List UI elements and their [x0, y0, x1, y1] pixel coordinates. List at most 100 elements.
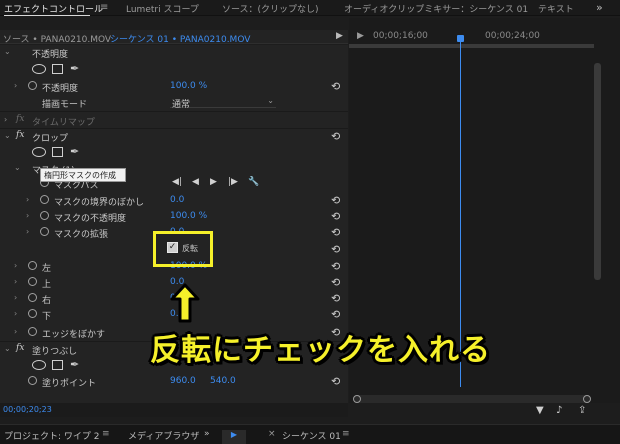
reset-icon[interactable]: ⟲ — [331, 308, 340, 321]
tab-audio-clip-mixer[interactable]: オーディオクリップミキサー：シーケンス 01 — [344, 2, 528, 15]
audio-icon[interactable]: ♪ — [556, 405, 562, 416]
reset-icon[interactable]: ⟲ — [331, 260, 340, 273]
reset-icon[interactable]: ⟲ — [331, 210, 340, 223]
reset-icon[interactable]: ⟲ — [331, 243, 340, 256]
hamburger-icon[interactable]: ≡ — [100, 2, 108, 13]
rectangle-mask-icon[interactable] — [52, 360, 63, 370]
tab-text[interactable]: テキスト — [538, 2, 574, 15]
paint-point-row: 塗りポイント 960.0 540.0 ⟲ — [0, 374, 348, 389]
chevron-down-icon[interactable]: ⌄ — [4, 47, 11, 56]
step-forward-icon[interactable]: ▶ — [210, 177, 217, 187]
source-clip-selector[interactable]: ソース • PANA0210.MOV — [3, 32, 111, 45]
tab-media-browser[interactable]: メディアブラウザ — [128, 429, 199, 442]
opacity-value[interactable]: 100.0 % — [170, 81, 207, 91]
double-chevron-right-icon[interactable]: » — [596, 1, 603, 14]
stopwatch-icon[interactable] — [28, 327, 37, 336]
chevron-right-icon[interactable]: › — [14, 261, 17, 270]
opacity-header-row: ⌄ 不透明度 — [0, 45, 348, 60]
track-forward-icon[interactable]: |▶ — [228, 177, 238, 187]
reset-icon[interactable]: ⟲ — [331, 130, 340, 143]
horizontal-scrollbar[interactable] — [353, 395, 591, 403]
blend-mode-value: 通常 — [172, 100, 191, 110]
chevron-right-icon[interactable]: › — [14, 277, 17, 286]
fx-toggle-icon[interactable]: fx — [16, 130, 24, 140]
close-icon[interactable]: × — [268, 429, 276, 439]
play-triangle-icon[interactable]: ▶ — [336, 31, 343, 41]
timecode-right: 00;00;24;00 — [485, 31, 540, 41]
blend-mode-dropdown[interactable]: 通常 ⌄ — [170, 96, 276, 110]
step-back-icon[interactable]: ◀ — [192, 177, 199, 187]
reset-icon[interactable]: ⟲ — [331, 80, 340, 93]
stopwatch-icon[interactable] — [28, 293, 37, 302]
fx-icon[interactable]: fx — [16, 114, 24, 124]
playhead-handle[interactable] — [457, 35, 464, 42]
chevron-right-icon[interactable]: › — [14, 81, 17, 90]
stopwatch-icon[interactable] — [28, 309, 37, 318]
reset-icon[interactable]: ⟲ — [331, 375, 340, 388]
hamburger-icon[interactable]: ≡ — [102, 429, 110, 439]
mask-feather-value[interactable]: 0.0 — [170, 195, 184, 205]
fx-toggle-icon[interactable]: fx — [16, 343, 24, 353]
current-timecode[interactable]: 00;00;20;23 — [3, 405, 52, 414]
pen-mask-icon[interactable]: ✒ — [70, 358, 79, 371]
rectangle-mask-icon[interactable] — [52, 64, 63, 74]
hamburger-icon[interactable]: ≡ — [342, 429, 350, 439]
chevron-down-icon[interactable]: ⌄ — [4, 131, 11, 140]
reset-icon[interactable]: ⟲ — [331, 194, 340, 207]
chevron-down-icon[interactable]: ⌄ — [14, 163, 21, 172]
stopwatch-icon[interactable] — [40, 195, 49, 204]
tab-source[interactable]: ソース：(クリップなし) — [222, 2, 319, 15]
chevron-right-icon[interactable]: › — [26, 211, 29, 220]
mask-shape-tools: ✒ — [32, 358, 92, 372]
tab-effect-controls[interactable]: エフェクトコントロール — [4, 2, 103, 15]
chevron-down-icon[interactable]: ⌄ — [4, 344, 11, 353]
chevron-right-icon[interactable]: › — [14, 327, 17, 336]
work-area-bar[interactable] — [349, 44, 594, 48]
ellipse-mask-icon[interactable] — [32, 64, 46, 74]
paint-point-x[interactable]: 960.0 — [170, 376, 196, 386]
bottom-panel-tabs: プロジェクト: ワイプ 2 ≡ メディアブラウザ » ▶ × シーケンス 01 … — [0, 424, 620, 444]
invert-checkbox[interactable]: ✓ — [167, 242, 178, 253]
double-chevron-right-icon[interactable]: » — [204, 429, 210, 439]
ellipse-mask-icon[interactable] — [32, 147, 46, 157]
stopwatch-icon[interactable] — [28, 376, 37, 385]
reset-icon[interactable]: ⟲ — [331, 276, 340, 289]
export-icon[interactable]: ⇪ — [578, 405, 586, 416]
pen-mask-icon[interactable]: ✒ — [70, 145, 79, 158]
tab-lumetri-scopes[interactable]: Lumetri スコープ — [126, 2, 199, 15]
crop-left-label: 左 — [42, 264, 52, 274]
crop-bottom-label: 下 — [42, 312, 52, 322]
ellipse-mask-icon[interactable] — [32, 360, 46, 370]
tab-sequence[interactable]: シーケンス 01 — [282, 429, 341, 442]
reset-icon[interactable]: ⟲ — [331, 292, 340, 305]
vertical-scrollbar[interactable] — [594, 63, 601, 280]
scroll-left-handle[interactable] — [353, 395, 361, 403]
chevron-right-icon[interactable]: › — [26, 227, 29, 236]
sequence-clip-label[interactable]: シーケンス 01 • PANA0210.MOV — [110, 32, 250, 45]
chevron-right-icon[interactable]: › — [4, 115, 7, 124]
stopwatch-icon[interactable] — [40, 227, 49, 236]
opacity-property-row: › 不透明度 100.0 % ⟲ — [0, 79, 348, 94]
stopwatch-icon[interactable] — [28, 81, 37, 90]
time-remap-row: › fx タイムリマップ — [0, 113, 348, 128]
stopwatch-icon[interactable] — [28, 261, 37, 270]
reset-icon[interactable]: ⟲ — [331, 226, 340, 239]
stopwatch-icon[interactable] — [28, 277, 37, 286]
play-triangle-icon[interactable]: ▶ — [357, 31, 364, 41]
stopwatch-icon[interactable] — [40, 211, 49, 220]
chevron-right-icon[interactable]: › — [14, 309, 17, 318]
chevron-right-icon[interactable]: › — [14, 293, 17, 302]
filter-icon[interactable]: ▼ — [536, 405, 544, 416]
scroll-right-handle[interactable] — [583, 395, 591, 403]
play-button[interactable]: ▶ — [222, 430, 246, 444]
crop-top-label: 上 — [42, 280, 52, 290]
wrench-icon[interactable]: 🔧 — [248, 177, 259, 187]
paint-point-y[interactable]: 540.0 — [210, 376, 236, 386]
pen-mask-icon[interactable]: ✒ — [70, 62, 79, 75]
tab-project[interactable]: プロジェクト: ワイプ 2 — [4, 429, 99, 442]
time-ruler[interactable]: ▶ 00;00;16;00 00;00;24;00 — [349, 30, 594, 44]
track-backward-icon[interactable]: ◀| — [172, 177, 182, 187]
mask-opacity-value[interactable]: 100.0 % — [170, 211, 207, 221]
chevron-right-icon[interactable]: › — [26, 195, 29, 204]
rectangle-mask-icon[interactable] — [52, 147, 63, 157]
